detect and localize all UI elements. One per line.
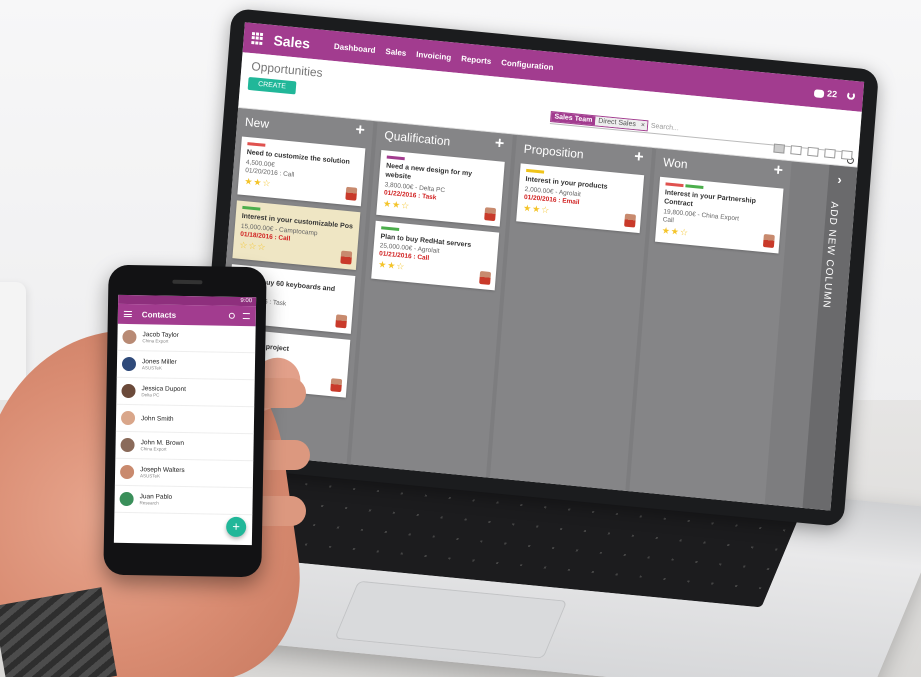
phone-speaker [172, 279, 203, 285]
search-icon[interactable] [228, 312, 235, 319]
phone-title: Contacts [141, 309, 177, 320]
pivot-view-icon[interactable] [841, 150, 853, 161]
contact-company: ASUSTeK [141, 365, 162, 371]
apps-grid-icon[interactable] [251, 32, 266, 45]
contact-avatar [119, 464, 135, 480]
contact-item[interactable]: John M. Brown China Export [115, 431, 254, 462]
add-card-icon[interactable]: + [355, 121, 366, 140]
list-view-icon[interactable] [790, 145, 802, 156]
facet-label: Sales Team [551, 112, 596, 126]
add-column-panel[interactable]: › ADD NEW COLUMN [802, 164, 858, 511]
breadcrumb: Opportunities [250, 59, 324, 80]
menu-dashboard[interactable]: Dashboard [334, 41, 376, 54]
add-card-icon[interactable]: + [494, 135, 505, 154]
kanban-column: Won + Interest in your Partnership Contrac… [629, 148, 792, 505]
contact-item[interactable]: John Smith [115, 404, 255, 435]
opportunity-card[interactable]: Interest in your customizable Pos 15,000.… [232, 200, 361, 271]
tag-color [386, 155, 405, 161]
trackpad [334, 580, 568, 659]
contact-avatar [119, 491, 134, 507]
phone-screen: 9:00 Contacts Jacob Taylor China Export Jo… [113, 294, 257, 546]
search-facet: Sales Team Direct Sales × [550, 111, 649, 132]
contact-list: Jacob Taylor China Export Jones Miller ASUS… [114, 323, 256, 516]
column-title: Qualification [383, 128, 451, 149]
contact-avatar [121, 383, 136, 399]
contact-name: John Smith [140, 414, 174, 423]
calendar-view-icon[interactable] [824, 148, 836, 159]
opportunity-card[interactable]: Interest in your products 2,000.00€ - Agr… [516, 163, 645, 234]
salesperson-avatar [484, 206, 497, 221]
contact-company: ASUSTeK [139, 473, 161, 479]
photo-scene: Sales Dashboard Sales Invoicing Reports … [0, 0, 921, 677]
tag-color [665, 182, 684, 188]
facet-value: Direct Sales [594, 116, 640, 130]
salesperson-avatar [762, 233, 775, 248]
add-card-icon[interactable]: + [633, 148, 645, 167]
menu-invoicing[interactable]: Invoicing [416, 49, 452, 61]
messages-button[interactable]: 22 [813, 87, 838, 100]
kanban-column: Proposition + Interest in your products 2,0… [489, 134, 653, 491]
contact-item[interactable]: Jacob Taylor China Export [117, 323, 256, 354]
search-input[interactable]: Search... [651, 123, 679, 133]
contact-item[interactable]: Juan Pablo Research [114, 485, 253, 516]
opportunity-card[interactable]: Plan to buy RedHat servers 25,000.00€ - A… [371, 220, 500, 290]
tag-color [242, 205, 261, 211]
chat-icon [813, 88, 825, 98]
contact-item[interactable]: Joseph Walters ASUSTeK [114, 458, 254, 489]
notification-count: 22 [826, 88, 838, 100]
tag-color [526, 168, 545, 174]
menu-reports[interactable]: Reports [461, 54, 492, 66]
salesperson-avatar [330, 378, 343, 393]
salesperson-avatar [335, 314, 348, 329]
kanban-view-icon[interactable] [773, 143, 785, 154]
contact-item[interactable]: Jones Miller ASUSTeK [116, 350, 256, 381]
add-contact-button[interactable]: + [225, 516, 247, 538]
kanban-column: Qualification + Need a new design for my w… [350, 121, 513, 478]
column-title: Proposition [523, 141, 585, 162]
tag-color [685, 184, 704, 189]
create-button[interactable]: CREATE [247, 76, 297, 95]
graph-view-icon[interactable] [807, 146, 819, 157]
contact-avatar [121, 356, 137, 372]
contact-avatar [122, 329, 137, 345]
phone-app-bar: Contacts [117, 303, 257, 327]
salesperson-avatar [340, 250, 353, 265]
hamburger-menu-icon[interactable] [123, 310, 132, 318]
filter-icon[interactable] [242, 312, 250, 320]
contact-avatar [120, 437, 135, 453]
contact-company: Delta PC [141, 392, 160, 398]
add-column-label: ADD NEW COLUMN [820, 201, 840, 310]
add-card-icon[interactable]: + [773, 162, 784, 181]
salesperson-avatar [479, 270, 492, 285]
contact-item[interactable]: Jessica Dupont Delta PC [116, 377, 255, 408]
column-title: Won [662, 155, 689, 172]
opportunity-card[interactable]: Interest in your Partnership Contract 19,… [655, 176, 784, 253]
laptop-screen: Sales Dashboard Sales Invoicing Reports … [211, 22, 865, 511]
opportunity-card[interactable]: Need a new design for my website 3,800.00… [376, 149, 505, 227]
menu-configuration[interactable]: Configuration [501, 58, 554, 72]
salesperson-avatar [624, 213, 637, 228]
contact-company: China Export [140, 446, 167, 452]
contact-company: Research [139, 500, 159, 506]
chevron-right-icon: › [836, 171, 843, 188]
menu-sales[interactable]: Sales [385, 46, 407, 57]
smartphone: 9:00 Contacts Jacob Taylor China Export Jo… [103, 264, 267, 578]
app-name: Sales [272, 32, 311, 52]
tag-color [247, 142, 266, 147]
tag-color [381, 225, 400, 231]
column-title: New [244, 114, 270, 132]
opportunity-card[interactable]: Need to customize the solution 4,500.00€ 0… [237, 136, 366, 207]
power-icon[interactable] [846, 91, 856, 101]
facet-remove-icon[interactable]: × [638, 120, 648, 131]
contact-company: China Export [142, 338, 169, 344]
contact-avatar [120, 410, 136, 426]
salesperson-avatar [345, 186, 358, 201]
